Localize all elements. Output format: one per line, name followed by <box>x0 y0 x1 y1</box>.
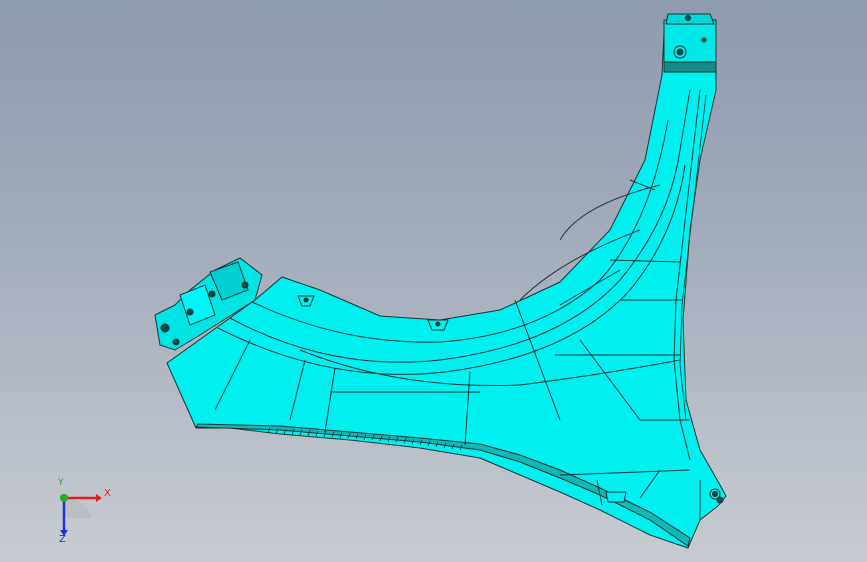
cad-viewport[interactable]: X Y Z <box>0 0 867 562</box>
y-axis-dot <box>60 494 68 502</box>
x-axis-label: X <box>104 488 111 499</box>
fender-model[interactable] <box>0 0 867 562</box>
coordinate-triad: X Y Z <box>44 478 114 548</box>
top-bracket <box>663 13 717 73</box>
y-axis-label: Y <box>58 478 64 488</box>
z-axis-label: Z <box>59 534 66 545</box>
